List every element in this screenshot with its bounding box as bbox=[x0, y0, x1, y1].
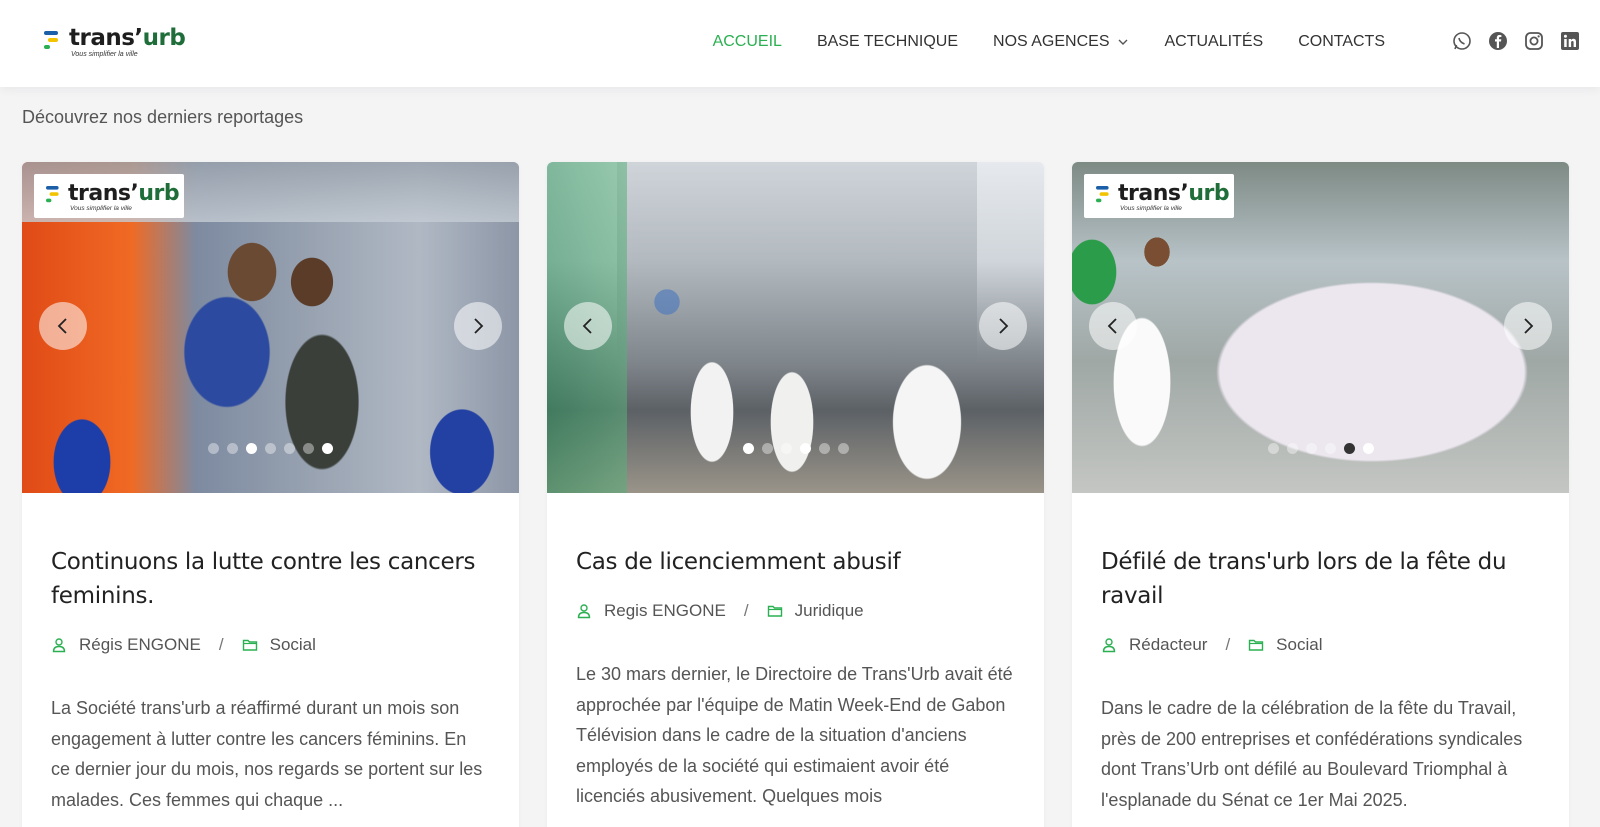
site-logo[interactable]: trans’urb Vous simplifier la ville bbox=[44, 24, 194, 64]
article-card[interactable]: trans’urb Vous simplifier la ville Conti… bbox=[22, 162, 519, 827]
chevron-right-icon bbox=[1524, 318, 1534, 334]
social-links bbox=[1452, 31, 1580, 51]
user-icon bbox=[52, 638, 66, 653]
article-meta: Rédacteur / Social bbox=[1101, 635, 1540, 655]
image-slider[interactable]: trans’urb Vous simplifier la ville bbox=[1072, 162, 1569, 493]
nav-item-base-technique[interactable]: BASE TECHNIQUE bbox=[817, 30, 958, 54]
folder-icon bbox=[1248, 639, 1264, 651]
nav-item-contacts[interactable]: CONTACTS bbox=[1298, 30, 1385, 54]
slider-dot[interactable] bbox=[1324, 443, 1336, 454]
chevron-down-icon bbox=[1118, 39, 1127, 45]
image-slider[interactable]: trans’urb Vous simplifier la ville bbox=[22, 162, 519, 493]
slider-next-button[interactable] bbox=[1504, 302, 1552, 350]
section-intro: Découvrez nos derniers reportages bbox=[22, 107, 304, 127]
user-icon bbox=[577, 604, 591, 619]
slider-dot[interactable] bbox=[1286, 443, 1298, 454]
article-title[interactable]: Continuons la lutte contre les cancers f… bbox=[51, 545, 490, 613]
article-meta: Régis ENGONE / Social bbox=[51, 635, 490, 655]
chevron-left-icon bbox=[57, 318, 67, 334]
article-category[interactable]: Social bbox=[270, 635, 316, 655]
image-slider[interactable] bbox=[547, 162, 1044, 493]
main-nav: ACCUEIL BASE TECHNIQUE NOS AGENCES ACTUA… bbox=[678, 30, 1385, 54]
slider-dot[interactable] bbox=[837, 443, 849, 454]
chevron-left-icon bbox=[1107, 318, 1117, 334]
meta-separator: / bbox=[218, 635, 224, 654]
slider-dot[interactable] bbox=[208, 443, 219, 454]
logo-mark bbox=[44, 31, 62, 51]
article-excerpt: Dans le cadre de la célébration de la fê… bbox=[1101, 698, 1523, 810]
slider-dot-active[interactable] bbox=[799, 443, 811, 454]
chevron-right-icon bbox=[474, 318, 484, 334]
article-card[interactable]: trans’urb Vous simplifier la ville Défil… bbox=[1072, 162, 1569, 827]
folder-icon bbox=[767, 605, 782, 617]
nav-item-actualites[interactable]: ACTUALITÉS bbox=[1165, 30, 1264, 54]
slider-dot[interactable] bbox=[303, 443, 314, 454]
nav-item-nos-agences[interactable]: NOS AGENCES bbox=[993, 30, 1129, 54]
article-category[interactable]: Juridique bbox=[795, 601, 864, 621]
slider-dots bbox=[1072, 443, 1569, 454]
slider-dot[interactable] bbox=[284, 443, 295, 454]
slider-dot[interactable] bbox=[322, 443, 333, 454]
slider-dot[interactable] bbox=[780, 443, 792, 454]
instagram-icon[interactable] bbox=[1524, 31, 1544, 51]
whatsapp-icon[interactable] bbox=[1452, 31, 1472, 51]
slide-logo: trans’urb Vous simplifier la ville bbox=[34, 174, 184, 218]
article-author[interactable]: Rédacteur bbox=[1129, 635, 1207, 655]
slider-dot[interactable] bbox=[265, 443, 276, 454]
slide-logo: trans’urb Vous simplifier la ville bbox=[1084, 174, 1234, 218]
slider-dots bbox=[547, 443, 1044, 454]
slider-dot[interactable] bbox=[1267, 443, 1279, 454]
slider-prev-button[interactable] bbox=[564, 302, 612, 350]
slider-dot[interactable] bbox=[761, 443, 773, 454]
meta-separator: / bbox=[1225, 635, 1231, 654]
site-header: trans’urb Vous simplifier la ville ACCUE… bbox=[0, 0, 1600, 87]
slider-dot[interactable] bbox=[818, 443, 830, 454]
article-author[interactable]: Regis ENGONE bbox=[604, 601, 726, 621]
article-category[interactable]: Social bbox=[1276, 635, 1322, 655]
article-excerpt: La Société trans'urb a réaffirmé durant … bbox=[51, 698, 483, 810]
logo-tagline: Vous simplifier la ville bbox=[71, 51, 138, 58]
article-excerpt: Le 30 mars dernier, le Directoire de Tra… bbox=[576, 664, 1013, 806]
meta-separator: / bbox=[743, 601, 749, 620]
slider-next-button[interactable] bbox=[979, 302, 1027, 350]
user-icon bbox=[1102, 638, 1116, 653]
slider-dot-active[interactable] bbox=[246, 443, 257, 454]
nav-item-accueil[interactable]: ACCUEIL bbox=[713, 30, 782, 54]
slider-prev-button[interactable] bbox=[1089, 302, 1137, 350]
bus-body bbox=[617, 162, 977, 362]
article-title[interactable]: Cas de licenciemment abusif bbox=[576, 545, 1015, 579]
slider-next-button[interactable] bbox=[454, 302, 502, 350]
article-title[interactable]: Défilé de trans'urb lors de la fête du r… bbox=[1101, 545, 1540, 613]
slider-dot[interactable] bbox=[227, 443, 238, 454]
nav-item-label: NOS AGENCES bbox=[993, 33, 1110, 50]
slider-dots bbox=[22, 443, 519, 454]
linkedin-icon[interactable] bbox=[1560, 31, 1580, 51]
slider-dot[interactable] bbox=[742, 443, 754, 454]
logo-text: trans’urb bbox=[69, 25, 186, 51]
slider-prev-button[interactable] bbox=[39, 302, 87, 350]
folder-icon bbox=[242, 639, 257, 651]
article-meta: Regis ENGONE / Juridique bbox=[576, 601, 1015, 621]
article-card[interactable]: Cas de licenciemment abusif Regis ENGONE… bbox=[547, 162, 1044, 827]
slider-dot-active[interactable] bbox=[1362, 443, 1374, 454]
slider-dot[interactable] bbox=[1305, 443, 1317, 454]
facebook-icon[interactable] bbox=[1488, 31, 1508, 51]
chevron-right-icon bbox=[999, 318, 1009, 334]
slider-dot[interactable] bbox=[1343, 443, 1355, 454]
chevron-left-icon bbox=[582, 318, 592, 334]
article-author[interactable]: Régis ENGONE bbox=[79, 635, 201, 655]
